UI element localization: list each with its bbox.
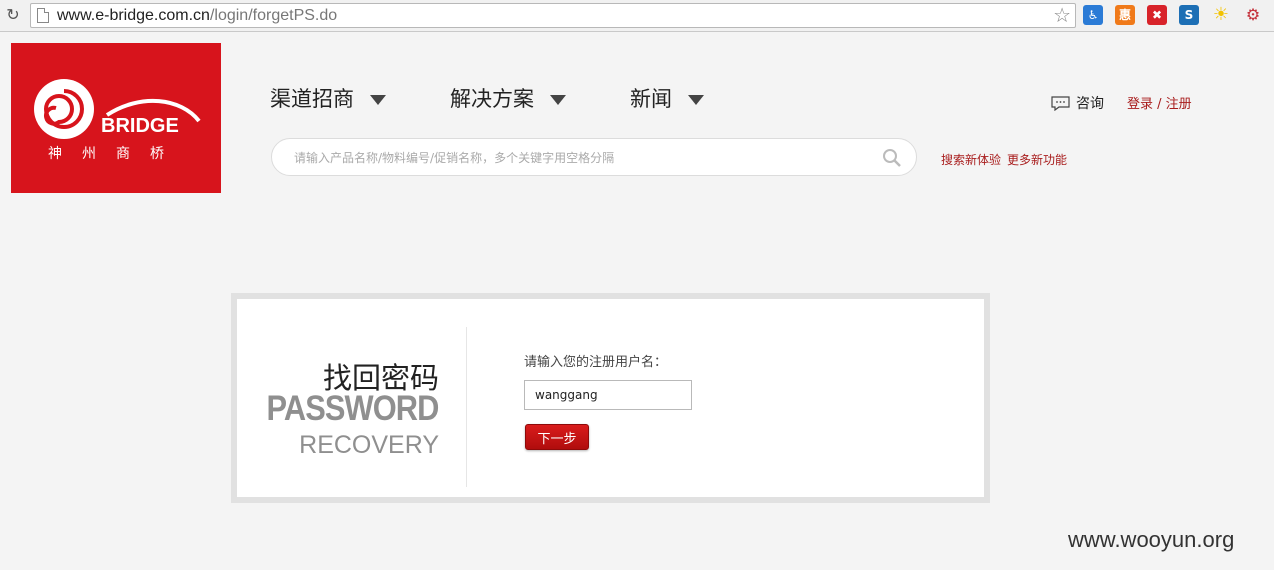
url-text[interactable]: www.e-bridge.com.cn/login/forgetPS.do: [57, 6, 337, 26]
consult-link[interactable]: 咨询: [1051, 93, 1104, 113]
site-logo[interactable]: BRIDGE 神州商桥: [11, 43, 221, 193]
card-divider: [466, 327, 467, 487]
username-input[interactable]: [524, 380, 692, 410]
username-prompt: 请输入您的注册用户名：: [524, 355, 668, 370]
login-register-link[interactable]: 登录 / 注册: [1127, 93, 1192, 112]
nav-item-label: 渠道招商: [270, 87, 354, 111]
watermark: www.wooyun.org: [1068, 527, 1235, 552]
nav-item-label: 解决方案: [450, 87, 534, 111]
page-title-en-password: PASSWORD: [266, 389, 440, 428]
search-icon[interactable]: [882, 148, 902, 168]
chevron-down-icon: [550, 95, 566, 105]
password-recovery-card: 找回密码 PASSWORD RECOVERY 请输入您的注册用户名： 下一步: [231, 293, 990, 503]
nav-item-label: 新闻: [630, 87, 672, 111]
bookmark-star-icon[interactable]: ☆: [1053, 4, 1071, 26]
chat-bubble-icon: [1051, 95, 1070, 111]
logo-chinese-name: 神州商桥: [48, 146, 184, 162]
nav-item-news[interactable]: 新闻: [630, 83, 704, 113]
more-features-link[interactable]: 更多新功能: [1007, 153, 1067, 167]
next-step-button[interactable]: 下一步: [525, 424, 589, 450]
chevron-down-icon: [370, 95, 386, 105]
page-icon: [37, 8, 49, 23]
reload-icon[interactable]: ↻: [4, 6, 22, 24]
search-promo-links: 搜索新体验 更多新功能: [941, 151, 1073, 168]
s-extension-icon[interactable]: S: [1179, 5, 1199, 25]
rss-extension-icon[interactable]: ⚙: [1243, 5, 1263, 25]
nav-item-solutions[interactable]: 解决方案: [450, 83, 566, 113]
accessibility-extension-icon[interactable]: ♿: [1083, 5, 1103, 25]
address-bar[interactable]: www.e-bridge.com.cn/login/forgetPS.do ☆: [30, 3, 1076, 28]
browser-toolbar: ↻ www.e-bridge.com.cn/login/forgetPS.do …: [0, 0, 1274, 32]
search-new-experience-link[interactable]: 搜索新体验: [941, 153, 1001, 167]
page-title-en-recovery: RECOVERY: [299, 431, 439, 459]
nav-item-channel[interactable]: 渠道招商: [270, 83, 386, 113]
url-path: /login/forgetPS.do: [209, 7, 338, 24]
close-extension-icon[interactable]: ✖: [1147, 5, 1167, 25]
search-input[interactable]: [294, 148, 864, 168]
chevron-down-icon: [688, 95, 704, 105]
url-host: www.e-bridge.com.cn: [57, 7, 210, 24]
search-box: [271, 138, 917, 176]
logo-wordmark: BRIDGE: [101, 115, 179, 137]
consult-label: 咨询: [1076, 96, 1104, 112]
hui-extension-icon[interactable]: 惠: [1115, 5, 1135, 25]
sun-extension-icon[interactable]: ☀: [1211, 5, 1231, 25]
